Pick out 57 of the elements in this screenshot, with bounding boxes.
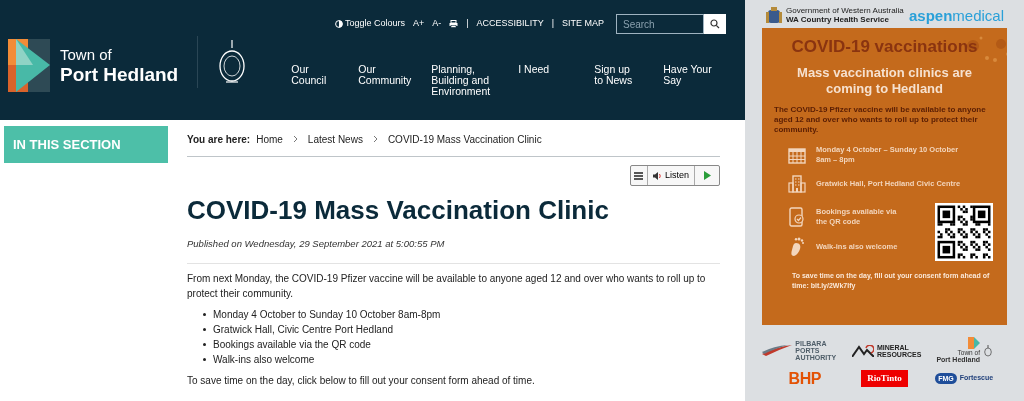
calendar-icon	[788, 146, 806, 164]
tablet-check-icon	[789, 207, 805, 227]
contrast-icon	[334, 20, 343, 28]
separator: |	[551, 17, 554, 31]
utility-link[interactable]: A+	[413, 17, 425, 31]
bullet-item: Gratwick Hall, Civic Centre Port Hedland	[203, 322, 720, 338]
menu-icon	[634, 171, 644, 180]
swoosh-icon	[762, 344, 793, 357]
article-paragraph: To save time on the day, click below to fill out your consent form ahead of time.	[187, 374, 536, 389]
search-button[interactable]	[704, 14, 726, 34]
poster-subtitle: Mass vaccination clinics are coming to Hedland	[796, 65, 973, 97]
bullet-item: Monday 4 October to Sunday 10 October 8am-8pm	[203, 307, 720, 323]
government-text: WA Country Health Service	[786, 15, 890, 24]
crest-icon	[765, 6, 783, 24]
building-icon	[788, 175, 806, 193]
breadcrumb-link[interactable]: COVID-19 Mass Vaccination Clinic	[387, 131, 542, 147]
article-title: COVID-19 Mass Vaccination Clinic	[187, 197, 610, 223]
logo-text: Town of	[60, 47, 113, 62]
nav-link[interactable]: Our Council	[291, 64, 359, 97]
breadcrumb-label: You are here:	[187, 132, 251, 147]
nav-link[interactable]: Our Community	[358, 64, 432, 97]
breadcrumb-link[interactable]: Latest News	[307, 131, 363, 147]
government-text: Government of Western Australia	[786, 6, 904, 15]
logo-icon[interactable]	[8, 39, 50, 92]
toggle-colours-link[interactable]: Toggle Colours	[334, 17, 405, 31]
sponsor-name: BHP	[788, 370, 822, 387]
article-paragraph: From next Monday, the COVID-19 Pfizer vaccine will be available to anyone aged 12 and over who wants to roll up to protect their community.	[187, 272, 707, 302]
bullet-item: Walk-ins also welcome	[203, 352, 720, 368]
nav-link[interactable]: I Need	[518, 64, 595, 97]
crest-icon	[983, 344, 992, 357]
print-icon[interactable]	[449, 20, 459, 28]
logo-text: Port Hedland	[60, 65, 179, 84]
mountain-icon	[852, 344, 874, 357]
search-field[interactable]: Search	[616, 14, 704, 34]
breadcrumb-link[interactable]: Home	[256, 131, 283, 147]
poster-title: COVID-19 vaccinations	[790, 38, 979, 55]
logo-icon	[967, 337, 980, 349]
chevron-icon	[292, 135, 298, 143]
separator: |	[466, 17, 469, 31]
utility-link[interactable]: ACCESSIBILITY	[476, 17, 544, 31]
bullet-item: Bookings available via the QR code	[203, 337, 720, 353]
footprint-icon	[790, 237, 804, 257]
poster-intro: The COVID-19 Pfizer vaccine will be available to anyone aged 12 and over who wants to roll up to protect their community.	[774, 105, 987, 135]
published-date: Published on Wednesday, 29 September 2021 at 5:00:55 PM	[187, 237, 446, 251]
nav-link[interactable]: Planning, Building and Environment	[431, 64, 519, 97]
search-icon	[710, 19, 720, 29]
utility-link[interactable]: SITE MAP	[562, 17, 604, 31]
brand-logo: aspenmedical	[908, 7, 1004, 23]
sponsor-logo: RioTinto	[861, 370, 908, 387]
chevron-icon	[372, 135, 378, 143]
nav-link[interactable]: Have Your Say	[663, 64, 734, 97]
qr-code	[935, 203, 993, 261]
play-icon	[703, 171, 711, 180]
section-heading: IN THIS SECTION	[4, 126, 168, 163]
utility-link[interactable]: A-	[432, 17, 442, 31]
nav-link[interactable]: Sign up to News	[594, 64, 664, 97]
speaker-icon	[652, 171, 662, 180]
